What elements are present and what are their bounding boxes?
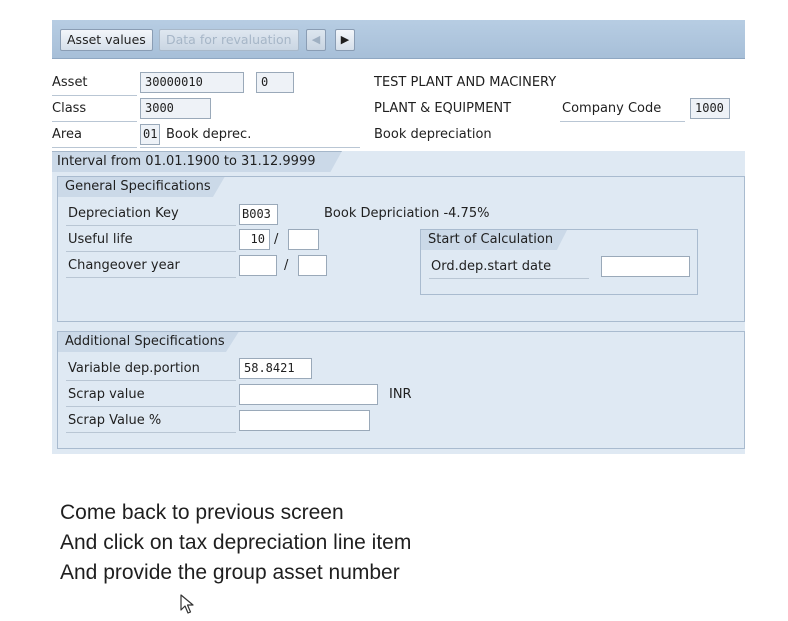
class-label: Class [52,101,87,116]
depreciation-key-field[interactable]: B003 [239,204,278,225]
caption-line-2: And click on tax depreciation line item [60,531,412,554]
next-tab-icon[interactable]: ▶ [335,29,355,51]
area-description: Book depreciation [374,127,492,142]
divider [66,380,236,381]
divider [66,406,236,407]
start-of-calculation-group: Start of Calculation Ord.dep.start date [420,229,698,295]
sap-asset-window: Asset values Data for revaluation ◀ ▶ As… [52,20,745,454]
slash: / [274,232,279,247]
changeover-period-field[interactable] [298,255,327,276]
scrap-value-percent-label: Scrap Value % [68,413,162,428]
depreciation-key-description: Book Depriciation -4.75% [324,206,490,221]
divider [52,95,137,96]
variable-dep-portion-field[interactable]: 58.8421 [239,358,312,379]
useful-life-label: Useful life [68,232,133,247]
divider [66,432,236,433]
asset-subnumber-field[interactable]: 0 [256,72,294,93]
scrap-value-label: Scrap value [68,387,145,402]
area-label: Area [52,127,82,142]
class-description: PLANT & EQUIPMENT [374,101,512,116]
changeover-year-label: Changeover year [68,258,180,273]
general-specifications-group: General Specifications Depreciation Key … [57,176,745,322]
divider [560,121,685,122]
asset-label: Asset [52,75,88,90]
start-of-calculation-title: Start of Calculation [421,230,568,250]
currency-label: INR [389,387,412,402]
mouse-pointer-icon [180,594,194,614]
useful-life-years-field[interactable]: 10 [239,229,270,250]
tab-toolbar: Asset values Data for revaluation ◀ ▶ [52,20,745,59]
divider [52,121,137,122]
divider [52,147,137,148]
data-revaluation-tab[interactable]: Data for revaluation [159,29,299,51]
area-field[interactable]: 01 [140,124,160,145]
caption-line-3: And provide the group asset number [60,561,400,584]
divider [66,251,236,252]
asset-number-field[interactable]: 30000010 [140,72,244,93]
additional-specifications-group: Additional Specifications Variable dep.p… [57,331,745,449]
class-field[interactable]: 3000 [140,98,211,119]
caption-line-1: Come back to previous screen [60,501,344,524]
slash: / [284,258,289,273]
changeover-year-field[interactable] [239,255,277,276]
company-code-field[interactable]: 1000 [690,98,730,119]
area-short-text: Book deprec. [166,127,252,142]
asset-header: Asset 30000010 0 TEST PLANT AND MACINERY… [52,59,745,151]
useful-life-periods-field[interactable] [288,229,319,250]
depreciation-key-label: Depreciation Key [68,206,179,221]
ord-dep-start-date-field[interactable] [601,256,690,277]
asset-description: TEST PLANT AND MACINERY [374,75,557,90]
company-code-label: Company Code [562,101,662,116]
scrap-value-field[interactable] [239,384,378,405]
additional-specifications-title: Additional Specifications [58,332,239,352]
previous-tab-icon[interactable]: ◀ [306,29,326,51]
divider [66,277,236,278]
ord-dep-start-label: Ord.dep.start date [431,259,552,274]
interval-bar: Interval from 01.01.1900 to 31.12.9999 [52,151,342,172]
general-specifications-title: General Specifications [58,177,225,197]
divider [429,278,589,279]
variable-dep-portion-label: Variable dep.portion [68,361,200,376]
divider [66,225,236,226]
divider [140,147,360,148]
scrap-value-percent-field[interactable] [239,410,370,431]
asset-values-tab[interactable]: Asset values [60,29,153,51]
